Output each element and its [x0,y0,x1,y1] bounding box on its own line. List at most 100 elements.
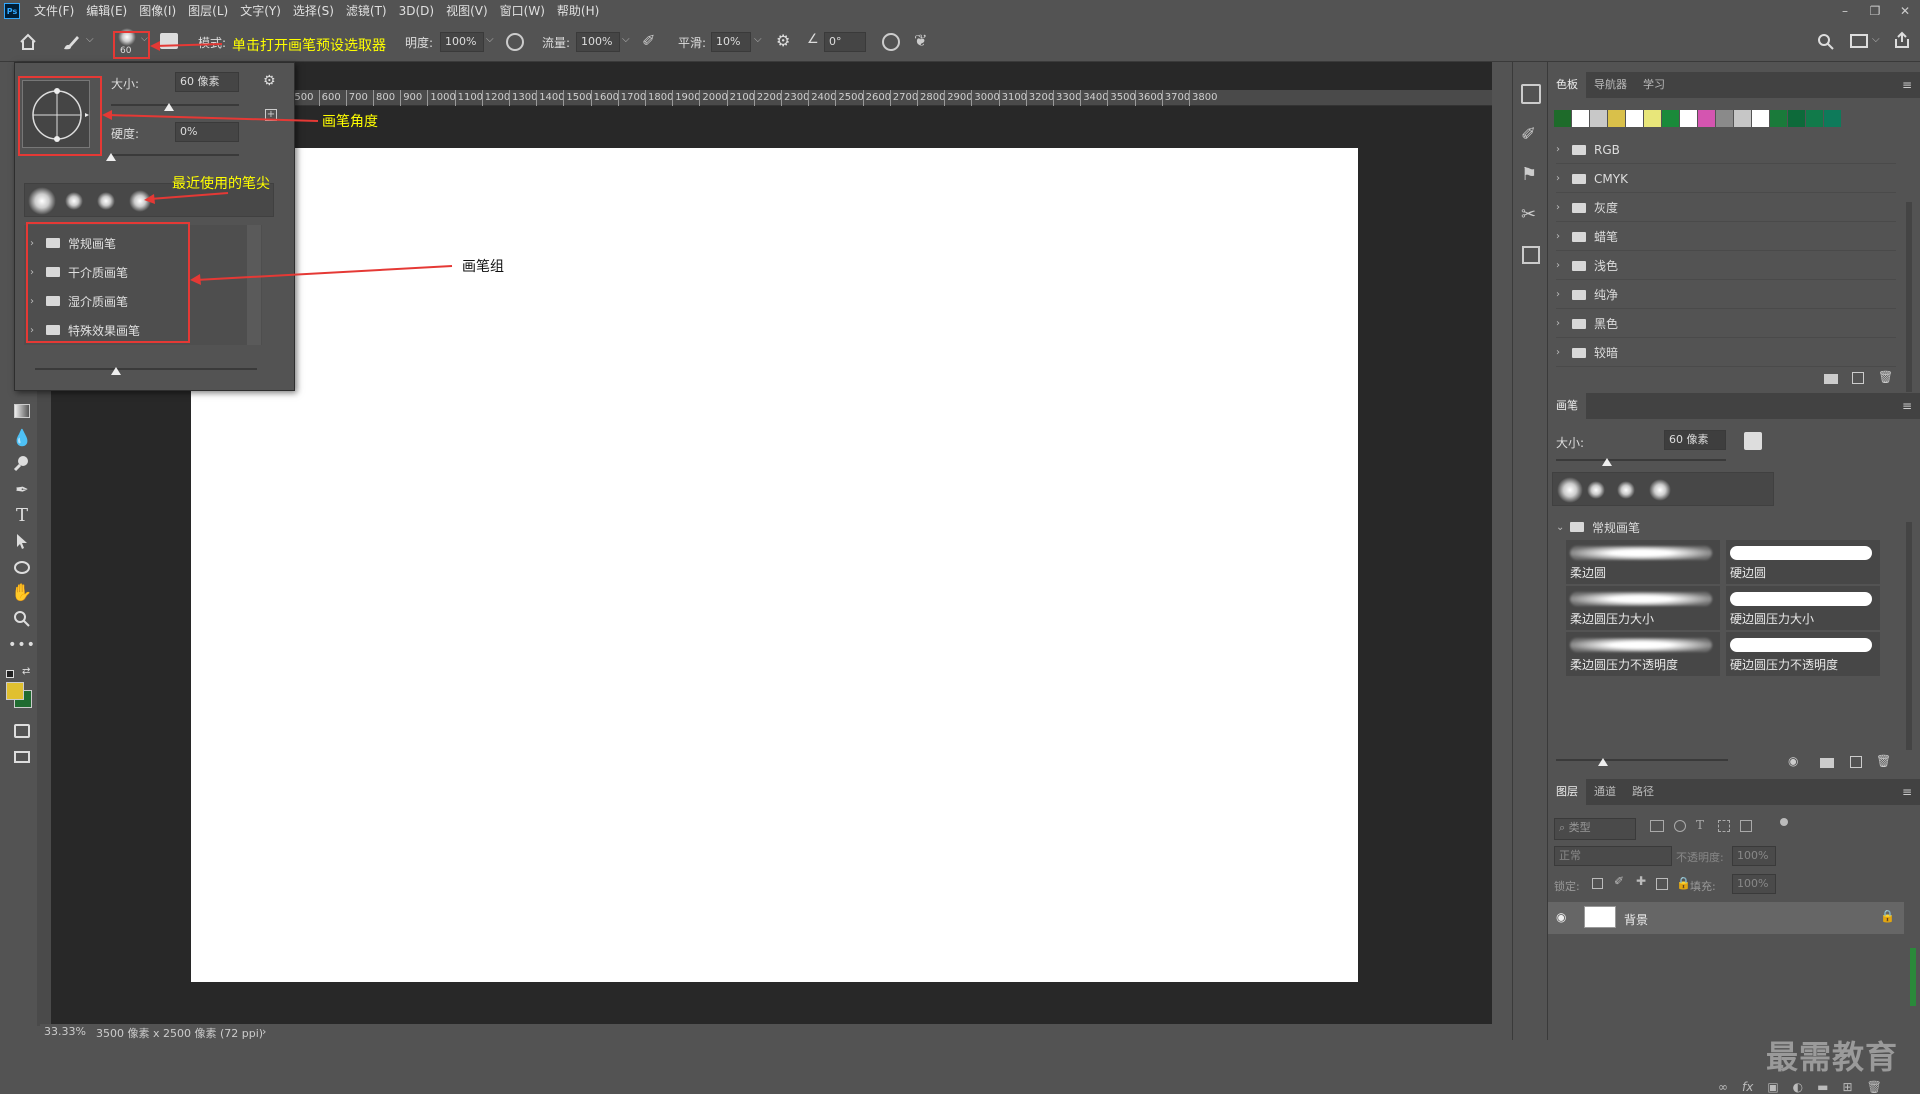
menu-item-9[interactable]: 窗口(W) [494,0,551,22]
status-chevron-icon[interactable]: › [262,1025,266,1038]
color-swatch[interactable] [1698,110,1715,127]
color-swatch[interactable] [1734,110,1751,127]
tool-presets-icon[interactable]: ✂ [1521,204,1536,225]
layer-filter-field[interactable]: ⌕ 类型 [1554,818,1636,840]
color-swatch[interactable] [1608,110,1625,127]
menu-item-10[interactable]: 帮助(H) [551,0,605,22]
home-icon[interactable] [18,32,38,52]
panel-recent-tip-1[interactable] [1557,477,1583,503]
menu-item-1[interactable]: 编辑(E) [80,0,133,22]
brush-new-icon[interactable] [1850,756,1862,768]
close-icon[interactable]: ✕ [1890,0,1920,22]
swatch-group-row[interactable]: › 浅色 [1556,252,1896,280]
panel-recent-tip-4[interactable] [1649,479,1671,501]
menu-item-8[interactable]: 视图(V) [440,0,494,22]
brush-size-thumb[interactable] [1602,458,1612,466]
adjustment-layer-icon[interactable]: ◐ [1793,1080,1803,1094]
filter-type-icon[interactable]: T [1696,818,1704,832]
brush-preview-slider[interactable] [1556,756,1728,766]
smooth-dropdown-icon[interactable]: ⌵ [754,34,762,45]
lock-move-icon[interactable]: ✚ [1636,874,1646,888]
fx-icon[interactable]: fx [1742,1080,1753,1094]
brush-delete-icon[interactable]: 🗑 [1876,754,1891,768]
brush-preset-item[interactable]: 柔边圆压力大小 [1566,586,1720,630]
add-mask-icon[interactable]: ▣ [1767,1080,1778,1094]
flow-field[interactable]: 100% [576,32,620,52]
list-scrollbar[interactable] [247,225,261,345]
brush-preset-item[interactable]: 硬边圆压力不透明度 [1726,632,1880,676]
recent-tip-1[interactable] [28,187,56,215]
brush-preset-item[interactable]: 柔边圆 [1566,540,1720,584]
smooth-field[interactable]: 10% [711,32,751,52]
preview-size-slider[interactable] [35,365,257,375]
size-slider-thumb[interactable] [163,103,174,111]
swap-colors-icon[interactable]: ⇄ [22,666,30,677]
layer-opacity-field[interactable]: 100% [1732,846,1776,866]
tab-layers-1[interactable]: 通道 [1586,779,1624,805]
recent-tip-2[interactable] [65,192,83,210]
brush-list-scrollbar[interactable] [1906,522,1912,750]
filter-smart-icon[interactable] [1740,820,1752,832]
swatch-group-row[interactable]: › 蜡笔 [1556,223,1896,251]
tab-layers-0[interactable]: 图层 [1548,779,1586,805]
brush-preview-thumb[interactable] [1598,758,1608,766]
lock-artboard-icon[interactable] [1656,878,1668,890]
color-swatch[interactable] [1806,110,1823,127]
pressure-size-icon[interactable] [882,33,900,51]
delete-layer-icon[interactable]: 🗑 [1867,1080,1882,1094]
color-swatch[interactable] [1752,110,1769,127]
panel-recent-tip-3[interactable] [1617,481,1635,499]
toggle-preview-icon[interactable]: ◉ [1788,754,1798,768]
hardness-slider-thumb[interactable] [106,153,116,161]
brush-preset-item[interactable]: 硬边圆压力大小 [1726,586,1880,630]
brush-edit-icon[interactable] [1744,432,1762,450]
swatches-scrollbar[interactable] [1906,202,1912,392]
color-swatch[interactable] [1644,110,1661,127]
popup-gear-icon[interactable]: ⚙ [263,73,276,89]
color-swatch[interactable] [1572,110,1589,127]
filter-shape-icon[interactable] [1718,820,1730,832]
fill-field[interactable]: 100% [1732,874,1776,894]
swatch-group-row[interactable]: › 纯净 [1556,281,1896,309]
color-swatch[interactable] [1554,110,1571,127]
properties-icon[interactable] [1522,246,1540,264]
lock-transparent-icon[interactable] [1592,878,1603,889]
color-swatch[interactable] [1788,110,1805,127]
tab-swatches-2[interactable]: 学习 [1635,72,1673,98]
menu-item-3[interactable]: 图层(L) [182,0,234,22]
brush-size-field[interactable]: 60 像素 [1664,430,1726,450]
zoom-level[interactable]: 33.33% [44,1025,86,1038]
blend-mode-select[interactable]: 正常 [1554,846,1672,866]
menu-item-2[interactable]: 图像(I) [133,0,182,22]
brush-preset-item[interactable]: 柔边圆压力不透明度 [1566,632,1720,676]
filter-pixel-icon[interactable] [1650,820,1664,832]
pen-tool-icon[interactable]: ✒ [10,478,34,500]
symmetry-icon[interactable]: ❦ [914,31,927,50]
filter-toggle-icon[interactable] [1780,818,1788,826]
gear-icon[interactable]: ⚙ [776,31,790,50]
eye-icon[interactable]: ◉ [1556,910,1566,924]
blur-tool-icon[interactable]: 💧 [10,426,34,448]
layer-row[interactable]: ◉ 背景 🔒 [1548,902,1904,934]
recent-tip-3[interactable] [97,192,115,210]
menu-item-0[interactable]: 文件(F) [28,0,80,22]
more-tools-icon[interactable]: ••• [8,634,35,656]
gradient-tool-icon[interactable] [10,400,34,422]
history-icon[interactable] [1521,84,1541,104]
new-layer-icon[interactable]: ⊞ [1843,1080,1853,1094]
tab-layers-2[interactable]: 路径 [1624,779,1662,805]
new-group-layer-icon[interactable]: ▬ [1817,1080,1828,1094]
opacity-dropdown-icon[interactable]: ⌵ [486,34,494,45]
layers-scrollbar[interactable] [1910,948,1916,1006]
swatch-group-row[interactable]: › 黑色 [1556,310,1896,338]
tab-brush[interactable]: 画笔 [1548,393,1586,419]
clone-source-icon[interactable]: ⚑ [1521,164,1537,185]
filter-adjustment-icon[interactable] [1674,820,1686,832]
airbrush-icon[interactable]: ✐ [642,31,655,50]
workspace-icon[interactable] [1850,34,1868,48]
menu-item-7[interactable]: 3D(D) [393,0,440,22]
layers-panel-menu-icon[interactable]: ≡ [1902,785,1912,799]
size-slider[interactable] [111,101,239,111]
opacity-field[interactable]: 100% [440,32,484,52]
workspace-dropdown-icon[interactable]: ⌵ [1872,34,1880,45]
